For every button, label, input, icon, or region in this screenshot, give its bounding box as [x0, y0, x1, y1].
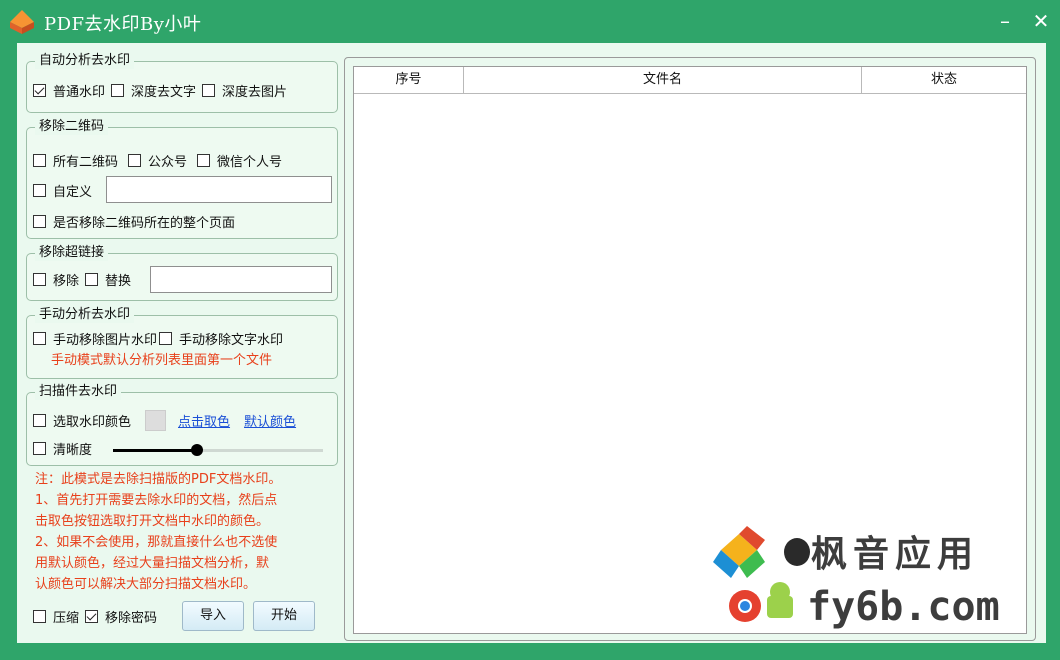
clarity-slider-thumb[interactable] — [191, 444, 203, 456]
manual-image-label: 手动移除图片水印 — [53, 333, 158, 348]
scan-watermark-legend: 扫描件去水印 — [35, 384, 122, 400]
replace-link-label: 替换 — [105, 274, 132, 289]
color-swatch — [145, 410, 167, 431]
window-title: PDF去水印By小叶 — [44, 14, 202, 35]
watermark-brand-cn: 枫音应用 — [811, 534, 979, 575]
file-list-header: 序号 文件名 状态 — [354, 67, 1026, 94]
custom-qr-input[interactable] — [106, 176, 332, 203]
pick-color-label: 选取水印颜色 — [53, 415, 132, 430]
remove-link-checkbox[interactable] — [33, 273, 46, 286]
clarity-label: 清晰度 — [53, 443, 93, 458]
column-header-filename[interactable]: 文件名 — [464, 67, 862, 93]
click-pick-color-link[interactable]: 点击取色 — [178, 411, 230, 430]
compress-checkbox[interactable] — [33, 610, 46, 623]
auto-watermark-legend: 自动分析去水印 — [35, 53, 135, 69]
note-line: 击取色按钮选取打开文档中水印的颜色。 — [35, 514, 270, 529]
remove-whole-page-checkbox[interactable] — [33, 215, 46, 228]
deep-image-label: 深度去图片 — [222, 85, 288, 100]
site-watermark: 枫音应用 fy6b.com — [703, 522, 1033, 634]
manual-text-checkbox[interactable] — [159, 332, 173, 345]
deep-image-checkbox[interactable] — [202, 84, 216, 97]
scan-watermark-group: 扫描件去水印 选取水印颜色 点击取色 默认颜色 清晰度 — [26, 384, 338, 466]
compress-label: 压缩 — [53, 611, 80, 626]
deep-text-checkbox[interactable] — [111, 84, 125, 97]
official-account-label: 公众号 — [148, 155, 188, 170]
title-bar: PDF去水印By小叶 – ✕ — [0, 0, 1060, 44]
note-line: 注：此模式是去除扫描版的PDF文档水印。 — [35, 472, 282, 487]
minimize-button[interactable]: – — [992, 8, 1018, 34]
import-button[interactable]: 导入 — [182, 601, 244, 631]
clarity-slider[interactable] — [113, 444, 323, 456]
watermark-brand-url: fy6b.com — [807, 584, 1000, 630]
manual-mode-hint: 手动模式默认分析列表里面第一个文件 — [51, 353, 273, 368]
close-button[interactable]: ✕ — [1028, 8, 1054, 34]
column-header-index[interactable]: 序号 — [354, 67, 464, 93]
note-line: 1、首先打开需要去除水印的文档，然后点 — [35, 493, 278, 508]
note-line: 认颜色可以解决大部分扫描文档水印。 — [35, 577, 257, 592]
pick-color-checkbox[interactable] — [33, 414, 46, 427]
deep-text-label: 深度去文字 — [131, 85, 197, 100]
wechat-personal-label: 微信个人号 — [217, 155, 283, 170]
all-qr-checkbox[interactable] — [33, 154, 46, 167]
qr-code-legend: 移除二维码 — [35, 119, 109, 135]
start-button[interactable]: 开始 — [253, 601, 315, 631]
replace-link-checkbox[interactable] — [85, 273, 99, 286]
scan-notes: 注：此模式是去除扫描版的PDF文档水印。 1、首先打开需要去除水印的文档，然后点… — [35, 469, 335, 595]
clarity-slider-fill — [113, 449, 197, 452]
app-logo-icon — [10, 10, 34, 34]
all-qr-label: 所有二维码 — [53, 155, 119, 170]
normal-watermark-label: 普通水印 — [53, 85, 106, 100]
normal-watermark-checkbox[interactable] — [33, 84, 46, 97]
manual-image-checkbox[interactable] — [33, 332, 46, 345]
remove-link-label: 移除 — [53, 274, 80, 289]
note-line: 2、如果不会使用，那就直接什么也不选使 — [35, 535, 278, 550]
custom-qr-checkbox[interactable] — [33, 184, 46, 197]
remove-password-checkbox[interactable] — [85, 610, 99, 623]
note-line: 用默认颜色，经过大量扫描文档分析，默 — [35, 556, 270, 571]
custom-qr-label: 自定义 — [53, 185, 93, 200]
manual-watermark-legend: 手动分析去水印 — [35, 307, 135, 323]
hyperlink-legend: 移除超链接 — [35, 245, 109, 261]
clarity-checkbox[interactable] — [33, 442, 46, 455]
qr-code-group: 移除二维码 所有二维码 公众号 微信个人号 自定义 是否移除二维码所在的整个页面 — [26, 119, 338, 239]
replace-link-input[interactable] — [150, 266, 332, 293]
wechat-personal-checkbox[interactable] — [197, 154, 211, 167]
remove-password-label: 移除密码 — [105, 611, 158, 626]
auto-watermark-group: 自动分析去水印 普通水印 深度去文字 深度去图片 — [26, 53, 338, 113]
manual-text-label: 手动移除文字水印 — [179, 333, 284, 348]
default-color-link[interactable]: 默认颜色 — [244, 411, 296, 430]
watermark-logo-icon: 枫音应用 fy6b.com — [713, 526, 1000, 630]
manual-watermark-group: 手动分析去水印 手动移除图片水印 手动移除文字水印 手动模式默认分析列表里面第一… — [26, 307, 338, 379]
column-header-status[interactable]: 状态 — [862, 67, 1026, 93]
official-account-checkbox[interactable] — [128, 154, 142, 167]
hyperlink-group: 移除超链接 移除 替换 — [26, 245, 338, 301]
remove-whole-page-label: 是否移除二维码所在的整个页面 — [53, 216, 236, 231]
